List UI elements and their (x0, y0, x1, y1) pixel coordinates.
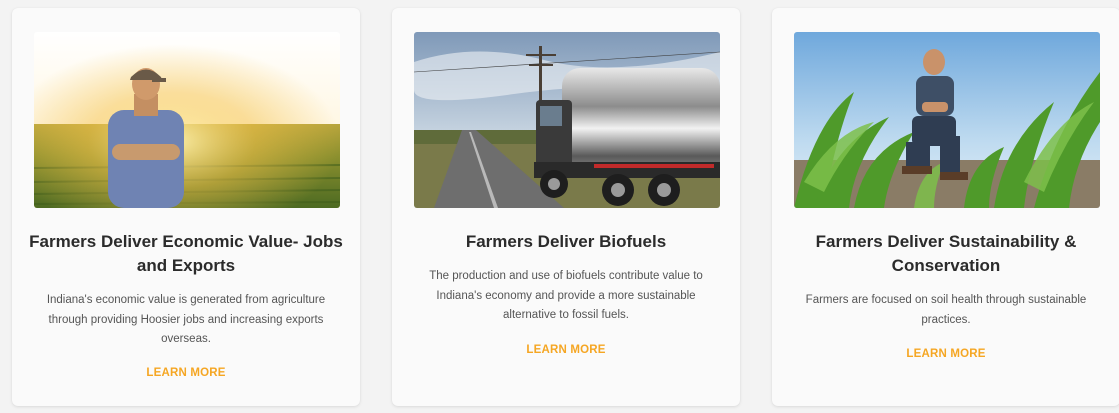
card-description: Indiana's economic value is generated fr… (46, 294, 326, 345)
card-sustainability: Farmers Deliver Sustainability & Conserv… (772, 8, 1119, 406)
learn-more-link[interactable]: LEARN MORE (772, 348, 1119, 360)
learn-more-link[interactable]: LEARN MORE (392, 344, 740, 356)
card-grid: Farmers Deliver Economic Value- Jobs and… (0, 0, 1119, 413)
card-title: Farmers Deliver Sustainability & Conserv… (815, 232, 1077, 275)
card-description: Farmers are focused on soil health throu… (805, 294, 1087, 326)
card-economic-value: Farmers Deliver Economic Value- Jobs and… (12, 8, 360, 406)
tanker-truck-photo (414, 32, 720, 208)
card-image (414, 32, 720, 208)
card-image (794, 32, 1100, 208)
learn-more-link[interactable]: LEARN MORE (12, 367, 360, 379)
farmer-sunrise-photo (34, 32, 340, 208)
card-biofuels: Farmers Deliver Biofuels The production … (392, 8, 740, 406)
card-image (34, 32, 340, 208)
card-description: The production and use of biofuels contr… (429, 270, 703, 321)
card-title: Farmers Deliver Biofuels (465, 232, 667, 251)
card-title: Farmers Deliver Economic Value- Jobs and… (29, 232, 343, 275)
farmer-corn-photo (794, 32, 1100, 208)
